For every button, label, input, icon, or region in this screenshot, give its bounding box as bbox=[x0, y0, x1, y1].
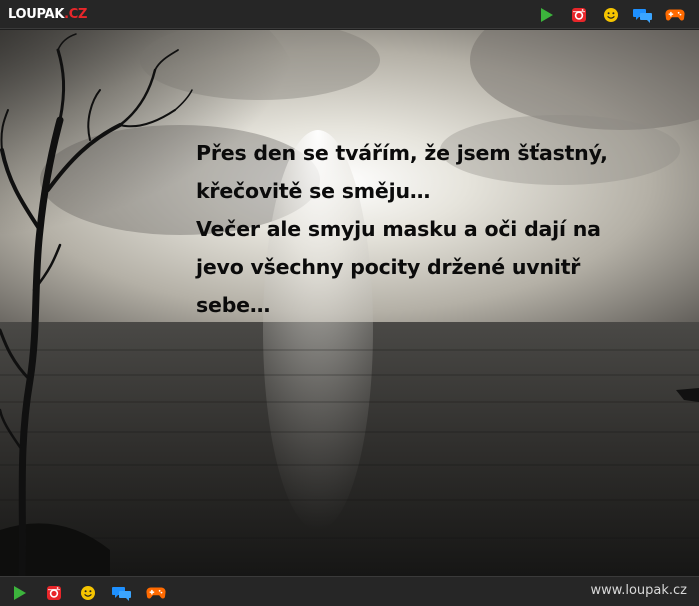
logo-tld: .CZ bbox=[64, 7, 88, 22]
gamepad-icon[interactable] bbox=[146, 583, 166, 603]
instagram-icon[interactable] bbox=[569, 5, 589, 25]
quote-line: křečovitě se směju… bbox=[196, 179, 431, 203]
quote-line: sebe… bbox=[196, 293, 271, 317]
instagram-icon[interactable] bbox=[44, 583, 64, 603]
gamepad-icon[interactable] bbox=[665, 5, 685, 25]
chat-icon[interactable] bbox=[633, 5, 653, 25]
logo-text: LOUPAK bbox=[8, 7, 65, 22]
chat-icon[interactable] bbox=[112, 583, 132, 603]
site-url-link[interactable]: www.loupak.cz bbox=[591, 583, 688, 599]
top-icon-nav bbox=[537, 5, 685, 25]
smiley-icon[interactable] bbox=[78, 583, 98, 603]
quote-line: Přes den se tvářím, že jsem šťastný, bbox=[196, 141, 608, 165]
play-icon[interactable] bbox=[10, 583, 30, 603]
quote-text: Přes den se tvářím, že jsem šťastný, kře… bbox=[196, 134, 696, 324]
smiley-icon[interactable] bbox=[601, 5, 621, 25]
quote-line: Večer ale smyju masku a oči dají na bbox=[196, 217, 601, 241]
bottom-icon-nav bbox=[10, 583, 166, 603]
site-logo[interactable]: LOUPAK.CZ bbox=[8, 6, 87, 23]
quote-line: jevo všechny pocity držené uvnitř bbox=[196, 255, 581, 279]
top-bar: LOUPAK.CZ bbox=[0, 0, 699, 29]
play-icon[interactable] bbox=[537, 5, 557, 25]
